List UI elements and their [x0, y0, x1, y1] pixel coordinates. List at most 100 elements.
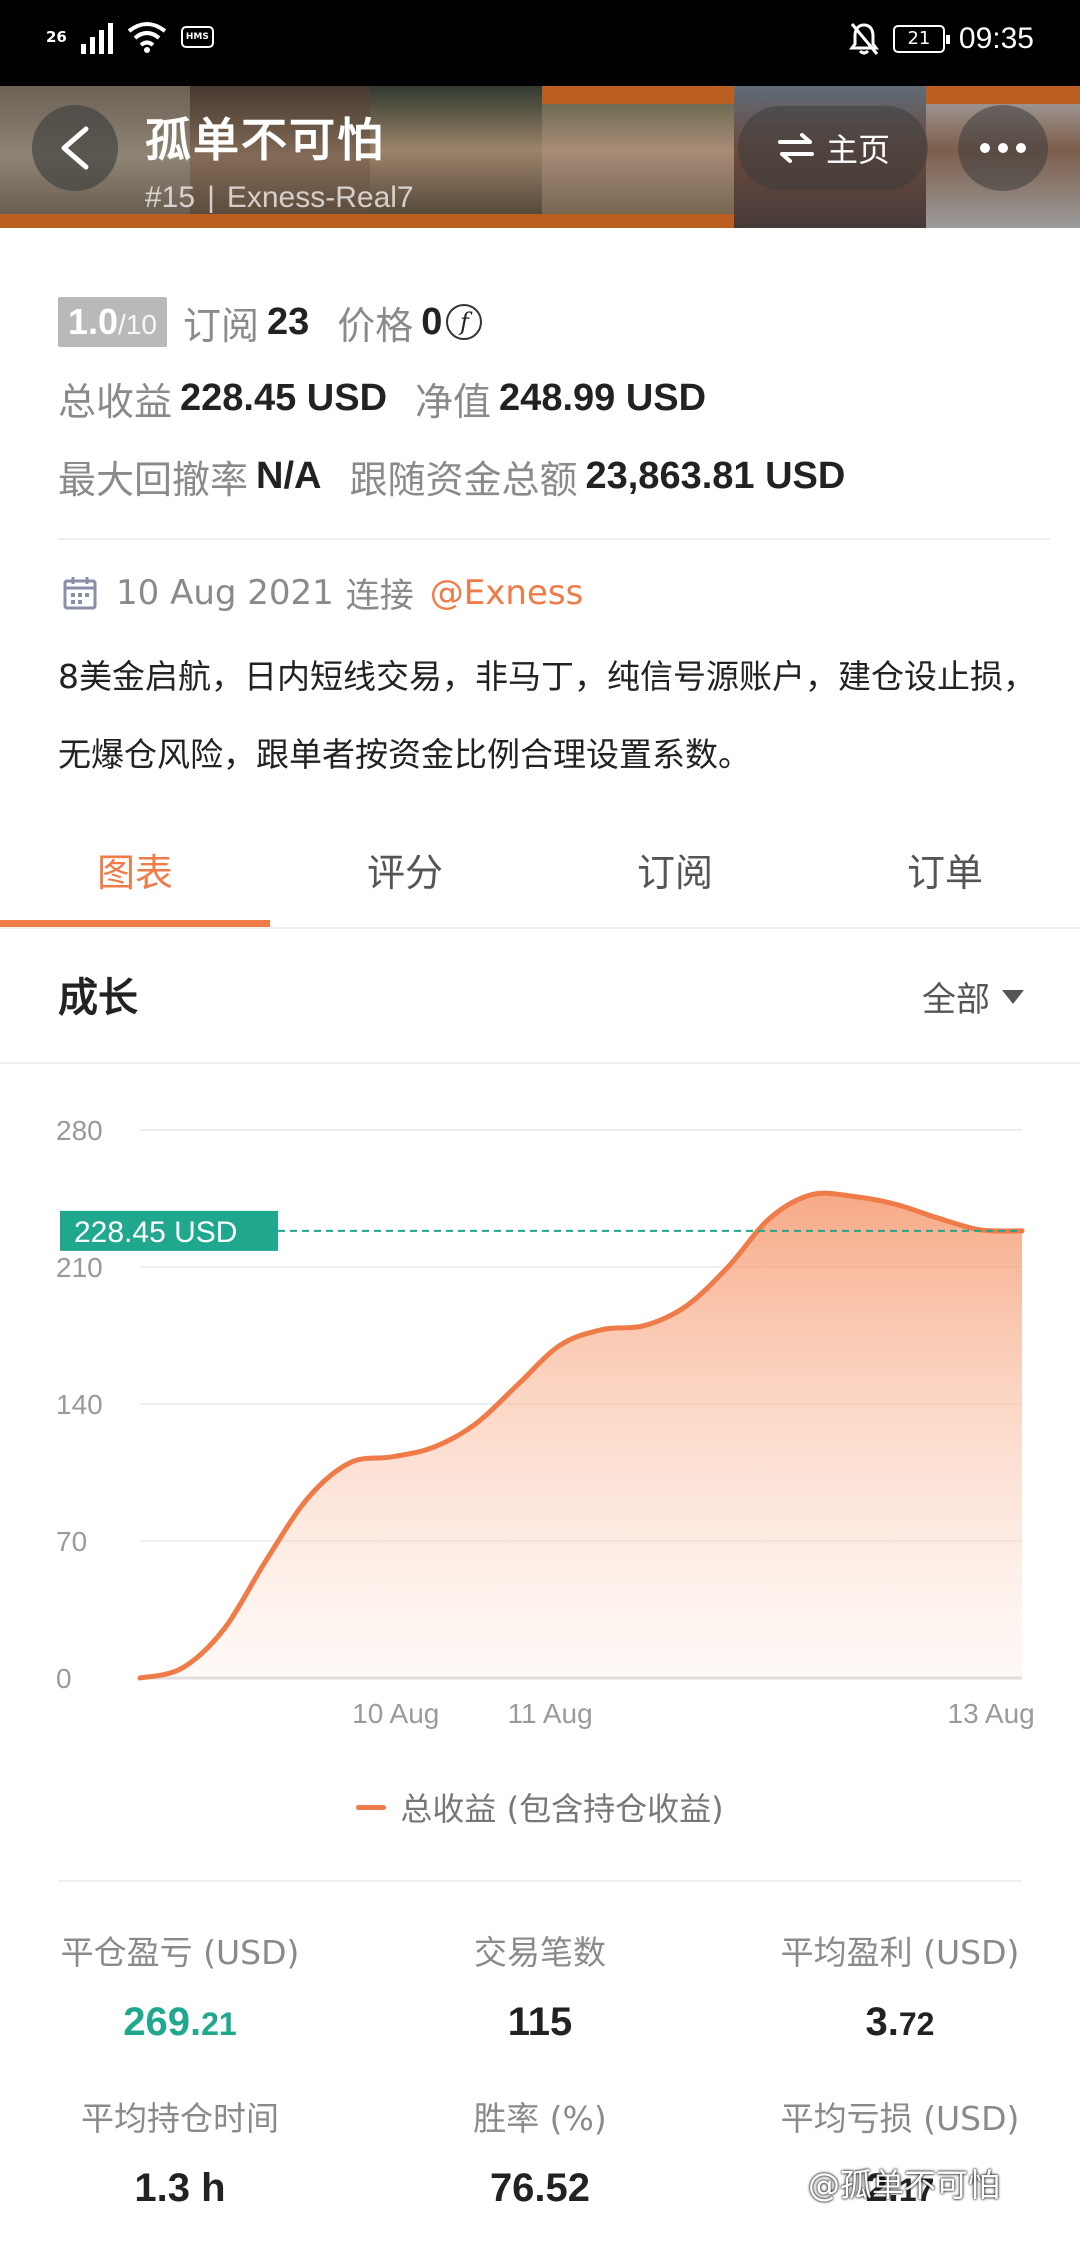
total-profit-label: 总收益 [58, 379, 173, 424]
divider [0, 927, 1080, 929]
growth-chart: 0 70 140 210 280 228.45 USD 10 Aug 11 Aug 13 A… [56, 1115, 1035, 1729]
follow-funds-label: 跟随资金总额 [349, 457, 578, 502]
network-type: 26 [46, 27, 67, 46]
trader-rank: #15 [145, 181, 196, 214]
price-value: 0 [421, 300, 443, 343]
broker-link[interactable]: @Exness [430, 573, 584, 613]
x-tick-label: 13 Aug [948, 1698, 1035, 1729]
coin-icon: f [446, 304, 483, 340]
y-tick-label: 0 [56, 1663, 72, 1694]
home-label: 主页 [825, 131, 890, 169]
range-dropdown[interactable]: 全部 [922, 972, 1024, 1021]
rating-value: 1.0 [68, 301, 119, 342]
stat-value-dec: 72 [898, 2006, 935, 2042]
stat-avg-profit: 平均盈利 (USD) 3.72 [750, 1926, 1050, 2045]
tab-score[interactable]: 评分 [270, 830, 540, 930]
divider [0, 1062, 1080, 1064]
price-label: 价格 [337, 303, 414, 348]
legend-label: 总收益 (包含持仓收益) [400, 1790, 724, 1828]
signal-icon [80, 20, 113, 54]
divider [58, 538, 1050, 540]
connection-date: 10 Aug 2021 [116, 572, 334, 613]
y-tick-label: 210 [56, 1252, 103, 1283]
hms-badge-icon: HMS [180, 26, 214, 48]
trader-subtitle: #15 | Exness-Real7 [145, 181, 414, 215]
subscribe-label: 订阅 [182, 303, 259, 348]
more-options-button[interactable] [958, 105, 1048, 191]
stat-value: 269.21 [30, 2000, 330, 2045]
stat-trade-count: 交易笔数 115 [390, 1926, 690, 2045]
chart-legend: 总收益 (包含持仓收益) [0, 1784, 1080, 1830]
stat-value-int: 76.52 [489, 2166, 591, 2210]
stat-avg-hold-time: 平均持仓时间 1.3 h [30, 2092, 330, 2211]
clock: 09:35 [958, 22, 1034, 55]
watermark-text: @孤单不可怕 [808, 2166, 1001, 2204]
stat-value: 76.52 [390, 2166, 690, 2211]
stat-win-rate: 胜率 (%) 76.52 [390, 2092, 690, 2211]
y-tick-label: 140 [56, 1389, 103, 1420]
trader-name: 孤单不可怕 [145, 113, 385, 167]
rating-scale: /10 [118, 309, 157, 340]
switch-icon [777, 133, 814, 163]
tab-chart[interactable]: 图表 [0, 830, 270, 930]
stat-closed-pnl: 平仓盈亏 (USD) 269.21 [30, 1926, 330, 2045]
stat-value: 1.3 h [30, 2166, 330, 2211]
home-button[interactable]: 主页 [738, 106, 928, 190]
summary-row-profit: 总收益 228.45 USD 净值 248.99 USD [58, 366, 1028, 430]
x-tick-label: 10 Aug [352, 1698, 439, 1729]
summary-panel: 1.0/10 订阅 23 价格 0 f 总收益 228.45 USD 净值 24… [58, 290, 1028, 508]
tab-bar: 图表 评分 订阅 订单 [0, 830, 1080, 930]
chevron-left-icon [61, 126, 89, 170]
equity-value: 248.99 USD [499, 376, 707, 419]
stat-value-dec: 21 [201, 2006, 237, 2042]
connection-row: 10 Aug 2021 连接 @Exness [62, 568, 583, 617]
total-profit-value: 228.45 USD [180, 376, 388, 419]
stat-label: 平均盈利 (USD) [780, 1933, 1020, 1972]
section-title: 成长 [58, 975, 138, 1021]
current-value-label: 228.45 USD [74, 1216, 237, 1249]
more-dot-icon [980, 143, 990, 153]
stat-value-int: 269. [123, 2000, 202, 2044]
subscribe-count: 23 [267, 300, 310, 343]
stat-value-int: 1.3 h [134, 2166, 226, 2210]
equity-label: 净值 [415, 379, 492, 424]
x-tick-label: 11 Aug [508, 1698, 593, 1729]
calendar-icon [63, 576, 97, 609]
tab-orders[interactable]: 订单 [810, 830, 1080, 930]
stat-label: 交易笔数 [474, 1933, 606, 1972]
summary-row-drawdown: 最大回撤率 N/A 跟随资金总额 23,863.81 USD [58, 444, 1028, 508]
stat-value: 115 [390, 2000, 690, 2045]
series-area [140, 1193, 1022, 1678]
summary-row-rating: 1.0/10 订阅 23 价格 0 f [58, 290, 1028, 354]
stat-value: 3.72 [750, 2000, 1050, 2045]
stat-value-int: 115 [507, 2000, 573, 2044]
back-button[interactable] [32, 105, 118, 191]
profile-header: 孤单不可怕 #15 | Exness-Real7 主页 [0, 86, 1080, 228]
tab-subscribe[interactable]: 订阅 [540, 830, 810, 930]
status-bar: 26 HMS 21 09:35 [0, 0, 1080, 86]
caret-down-icon [1002, 989, 1024, 1004]
follow-funds-value: 23,863.81 USD [585, 454, 846, 497]
stat-value-int: 3. [865, 2000, 899, 2044]
legend-swatch [356, 1804, 387, 1810]
watermark: @孤单不可怕 [808, 2160, 1000, 2206]
stat-label: 平仓盈亏 (USD) [60, 1933, 300, 1972]
active-tab-indicator [0, 920, 270, 927]
more-dot-icon [998, 143, 1008, 153]
max-drawdown-label: 最大回撤率 [58, 457, 249, 502]
more-dot-icon [1016, 143, 1026, 153]
battery-icon: 21 [892, 25, 950, 53]
divider [58, 1880, 1022, 1882]
trader-account: Exness-Real7 [226, 181, 414, 214]
connect-label: 连接 [345, 576, 414, 616]
subtitle-separator: | [207, 181, 215, 214]
bell-muted-icon [848, 23, 879, 55]
y-tick-label: 280 [56, 1115, 103, 1146]
y-tick-label: 70 [56, 1526, 87, 1557]
range-value: 全部 [922, 980, 990, 1020]
strategy-description: 8美金启航，日内短线交易，非马丁，纯信号源账户，建仓设止损，无爆仓风险，跟单者按… [58, 657, 1036, 774]
max-drawdown-value: N/A [256, 454, 322, 497]
wifi-icon [127, 22, 167, 53]
stat-label: 胜率 (%) [473, 2099, 607, 2138]
rating-badge: 1.0/10 [58, 297, 167, 347]
